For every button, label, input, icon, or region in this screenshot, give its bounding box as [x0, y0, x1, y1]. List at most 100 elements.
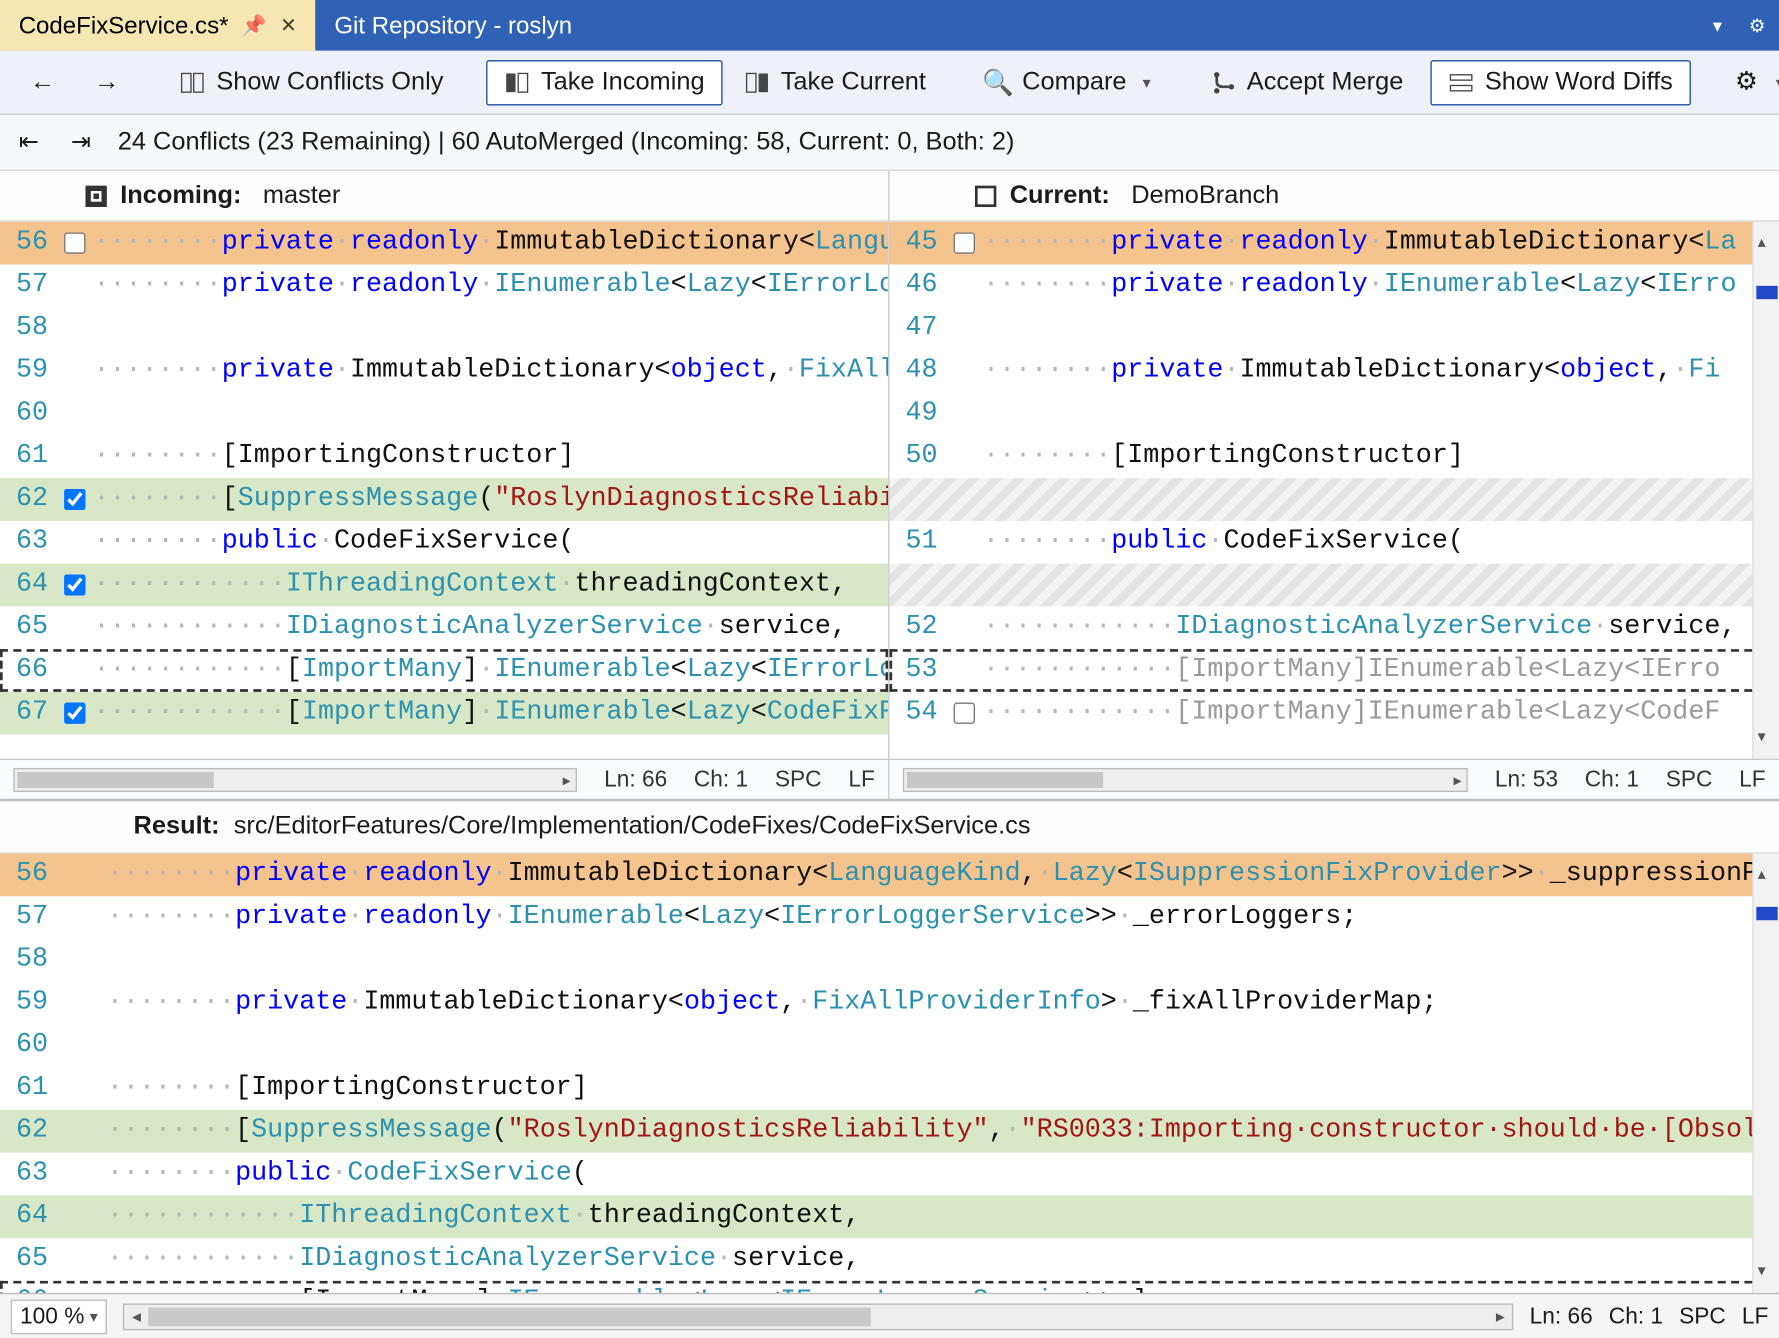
code-line[interactable]: 49: [890, 393, 1779, 436]
code-line[interactable]: 48 ········private·ImmutableDictionary<ob…: [890, 350, 1779, 393]
take-current-button[interactable]: Take Current: [727, 59, 942, 104]
code-line[interactable]: 64············IThreadingContext·threadin…: [0, 1195, 1779, 1238]
line-number: 62: [0, 478, 59, 521]
show-conflicts-button[interactable]: Show Conflicts Only: [163, 59, 460, 104]
code-line[interactable]: 63········public·CodeFixService(: [0, 521, 888, 564]
code-line[interactable]: 63········public·CodeFixService(: [0, 1153, 1779, 1196]
code-line[interactable]: 66 ············[ImportMany]·IEnumerable<L…: [0, 649, 888, 692]
line-number: 47: [890, 307, 949, 350]
code-line[interactable]: 57········private·readonly·IEnumerable<L…: [0, 896, 1779, 939]
code-line[interactable]: 62········[SuppressMessage("RoslynDiagno…: [0, 478, 888, 521]
code-text: ········public·CodeFixService(: [980, 521, 1779, 564]
code-text: ············[ImportMany]IEnumerable<Lazy…: [980, 692, 1779, 735]
line-number: 65: [0, 606, 59, 649]
take-incoming-button[interactable]: Take Incoming: [486, 59, 722, 104]
code-line[interactable]: 65············IDiagnosticAnalyzerService…: [0, 606, 888, 649]
h-scrollbar[interactable]: ◂▸: [123, 1303, 1513, 1330]
code-text: ········private·readonly·IEnumerable<Laz…: [91, 264, 888, 307]
code-line[interactable]: 61········[ImportingConstructor]: [0, 435, 888, 478]
line-number: 48: [890, 350, 949, 393]
last-conflict-icon[interactable]: ⇥: [66, 128, 97, 156]
zoom-combo[interactable]: 100 % ▾: [11, 1299, 107, 1334]
nav-forward-button[interactable]: →: [77, 59, 136, 104]
overview-ruler[interactable]: ▴ ▾: [1752, 222, 1779, 759]
code-line[interactable]: 58: [0, 939, 1779, 982]
code-line[interactable]: 59········private·ImmutableDictionary<ob…: [0, 350, 888, 393]
code-line[interactable]: 45········private·readonly·ImmutableDict…: [890, 222, 1779, 265]
code-text: ········[SuppressMessage("RoslynDiagnost…: [104, 1110, 1779, 1153]
accept-merge-button[interactable]: Accept Merge: [1193, 59, 1419, 104]
code-line[interactable]: 60: [0, 1024, 1779, 1067]
window-position-icon[interactable]: ▾: [1699, 0, 1735, 51]
code-line[interactable]: 56········private·readonly·ImmutableDict…: [0, 222, 888, 265]
code-line[interactable]: 66············[ImportManv]·IEnumerable<L…: [0, 1281, 1779, 1293]
settings-button[interactable]: ⚙ ▾: [1717, 59, 1779, 104]
merge-checkbox: [948, 350, 980, 393]
code-text: ············IDiagnosticAnalyzerService·s…: [104, 1238, 1779, 1281]
result-path: src/EditorFeatures/Core/Implementation/C…: [234, 812, 1031, 840]
merge-checkbox[interactable]: [59, 564, 91, 607]
merge-checkbox[interactable]: [948, 692, 980, 735]
current-marker-icon: [975, 185, 996, 206]
tab-codefix[interactable]: CodeFixService.cs* 📌 ✕: [0, 0, 316, 51]
code-line[interactable]: 53············[ImportMany]IEnumerable<La…: [890, 649, 1779, 692]
code-line[interactable]: 51········public·CodeFixService(: [890, 521, 1779, 564]
code-line[interactable]: 58: [0, 307, 888, 350]
code-line[interactable]: 59········private·ImmutableDictionary<ob…: [0, 982, 1779, 1025]
close-icon[interactable]: ✕: [280, 13, 297, 37]
code-line[interactable]: 64············IThreadingContext·threadin…: [0, 564, 888, 607]
h-scrollbar[interactable]: ◂▸: [903, 767, 1468, 791]
line-number: 56: [0, 853, 59, 896]
code-text: ········private·ImmutableDictionary<obje…: [91, 350, 888, 393]
code-text: ········private·readonly·IEnumerable<Laz…: [104, 896, 1779, 939]
h-scrollbar[interactable]: ◂▸: [13, 767, 577, 791]
merge-checkbox: [948, 264, 980, 307]
line-number: 56: [0, 222, 59, 265]
code-line[interactable]: 46········private·readonly·IEnumerable<L…: [890, 264, 1779, 307]
code-text: ············[ImportMany]·IEnumerable<Laz…: [91, 649, 888, 692]
conflicts-icon: [179, 69, 206, 96]
merge-checkbox[interactable]: [59, 222, 91, 265]
line-number: 66: [0, 649, 59, 692]
merge-checkbox: [59, 1110, 104, 1153]
code-line[interactable]: 62········[SuppressMessage("RoslynDiagno…: [0, 1110, 1779, 1153]
code-text: ········public·CodeFixService(: [91, 521, 888, 564]
code-text: ········private·ImmutableDictionary<obje…: [980, 350, 1779, 393]
code-line[interactable]: 52············IDiagnosticAnalyzerService…: [890, 606, 1779, 649]
merge-checkbox[interactable]: [948, 222, 980, 265]
current-code-pane[interactable]: 45········private·readonly·ImmutableDict…: [890, 222, 1779, 759]
first-conflict-icon[interactable]: ⇤: [13, 128, 44, 156]
chevron-down-icon: ▾: [90, 1307, 98, 1326]
merge-checkbox: [59, 393, 91, 436]
merge-toolbar: ← → Show Conflicts Only Take Incoming Ta…: [0, 51, 1779, 115]
merge-checkbox[interactable]: [59, 478, 91, 521]
line-number: 46: [890, 264, 949, 307]
code-line[interactable]: 65············IDiagnosticAnalyzerService…: [0, 1238, 1779, 1281]
code-line[interactable]: [890, 478, 1779, 521]
nav-back-button[interactable]: ←: [13, 59, 72, 104]
code-line[interactable]: 50········[ImportingConstructor]: [890, 435, 1779, 478]
code-text: [104, 939, 1779, 982]
merge-checkbox[interactable]: [59, 692, 91, 735]
merge-checkbox: [59, 939, 104, 982]
conflict-summary-bar: ⇤ ⇥ 24 Conflicts (23 Remaining) | 60 Aut…: [0, 115, 1779, 171]
code-line[interactable]: 54············[ImportMany]IEnumerable<La…: [890, 692, 1779, 735]
code-line[interactable]: [890, 564, 1779, 607]
show-word-diffs-button[interactable]: Show Word Diffs: [1430, 59, 1690, 104]
code-line[interactable]: 60: [0, 393, 888, 436]
code-line[interactable]: 57········private·readonly·IEnumerable<L…: [0, 264, 888, 307]
code-line[interactable]: 61········[ImportingConstructor]: [0, 1067, 1779, 1110]
code-line[interactable]: 56········private·readonly·ImmutableDict…: [0, 853, 1779, 896]
pin-icon[interactable]: 📌: [242, 13, 267, 37]
compare-button[interactable]: 🔍 Compare ▾: [969, 59, 1167, 104]
code-text: [980, 564, 1779, 607]
gear-icon[interactable]: ⚙: [1736, 0, 1779, 51]
gear-icon: ⚙: [1733, 69, 1760, 96]
line-number: 59: [0, 982, 59, 1025]
code-line[interactable]: 67············[ImportMany]·IEnumerable<L…: [0, 692, 888, 735]
code-line[interactable]: 47: [890, 307, 1779, 350]
result-code-pane[interactable]: 56········private·readonly·ImmutableDict…: [0, 853, 1779, 1292]
incoming-code-pane[interactable]: 56········private·readonly·ImmutableDict…: [0, 222, 890, 759]
tab-git-repo[interactable]: Git Repository - roslyn: [316, 0, 591, 51]
overview-ruler[interactable]: ▴ ▾: [1752, 853, 1779, 1292]
